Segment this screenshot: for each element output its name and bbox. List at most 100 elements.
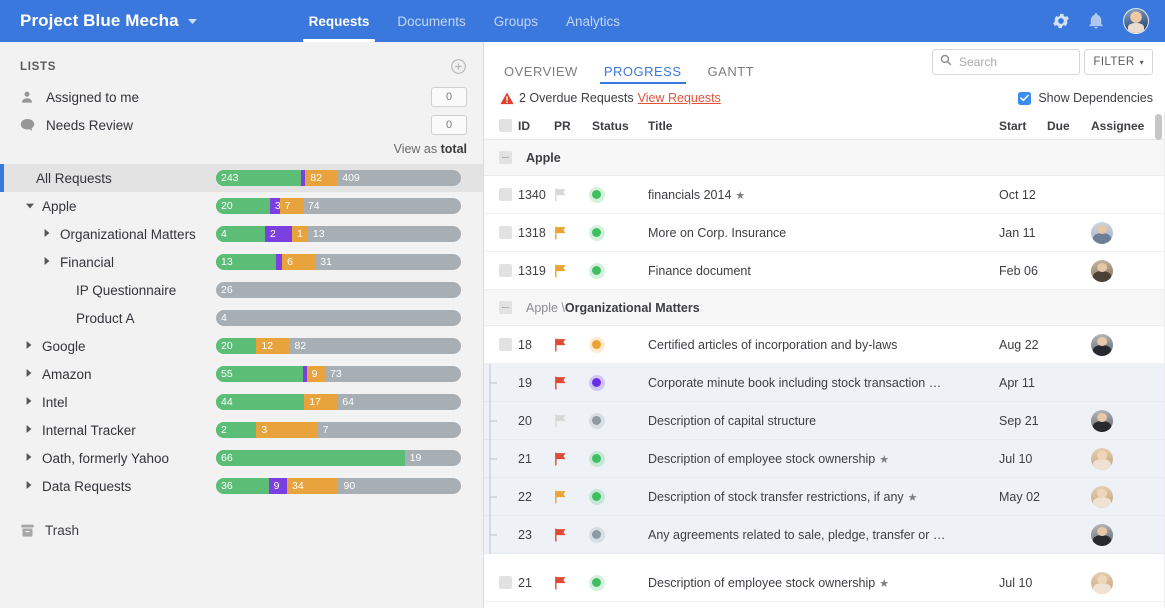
tab-progress[interactable]: PROGRESS — [600, 64, 686, 84]
status-dot[interactable] — [592, 492, 648, 501]
table-row[interactable]: 20Description of capital structureSep 21 — [484, 402, 1165, 440]
scrollbar-thumb[interactable] — [1155, 114, 1162, 140]
column-header-due[interactable]: Due — [1047, 119, 1091, 133]
star-icon[interactable]: ★ — [735, 190, 745, 202]
priority-flag-icon[interactable] — [554, 576, 592, 590]
avatar[interactable] — [1091, 410, 1113, 432]
status-dot[interactable] — [592, 266, 648, 275]
table-row[interactable]: 1318More on Corp. InsuranceJan 11 — [484, 214, 1165, 252]
status-dot[interactable] — [592, 378, 648, 387]
group-select-checkbox[interactable] — [492, 301, 518, 314]
tab-gantt[interactable]: GANTT — [704, 64, 759, 84]
sidebar-tree-item[interactable]: Internal Tracker237 — [0, 416, 483, 444]
vertical-scrollbar[interactable] — [1154, 112, 1163, 608]
row-title[interactable]: Description of employee stock ownership★ — [648, 452, 999, 466]
search-box[interactable] — [932, 49, 1080, 75]
table-row[interactable]: 23Any agreements related to sale, pledge… — [484, 516, 1165, 554]
star-icon[interactable]: ★ — [879, 578, 889, 590]
chevron-right-icon[interactable] — [26, 341, 36, 351]
avatar[interactable] — [1091, 524, 1113, 546]
row-title[interactable]: Any agreements related to sale, pledge, … — [648, 528, 999, 542]
avatar[interactable] — [1091, 486, 1113, 508]
row-select-checkbox[interactable] — [492, 264, 518, 277]
column-header-id[interactable]: ID — [518, 119, 554, 133]
chevron-right-icon[interactable] — [26, 481, 36, 491]
project-title[interactable]: Project Blue Mecha — [0, 0, 197, 42]
avatar[interactable] — [1091, 572, 1113, 594]
bell-icon[interactable] — [1087, 11, 1107, 31]
plus-circle-icon[interactable] — [450, 58, 467, 75]
column-header-assignee[interactable]: Assignee — [1091, 119, 1153, 133]
group-header-row[interactable]: Apple — [484, 140, 1165, 176]
column-header-start[interactable]: Start — [999, 119, 1047, 133]
avatar[interactable] — [1091, 222, 1113, 244]
filter-button[interactable]: FILTER ▾ — [1084, 49, 1153, 75]
row-title[interactable]: Corporate minute book including stock tr… — [648, 376, 999, 390]
sidebar-item-assigned-to-me[interactable]: Assigned to me 0 — [0, 83, 483, 111]
status-dot[interactable] — [592, 454, 648, 463]
group-select-checkbox[interactable] — [492, 151, 518, 164]
column-header-pr[interactable]: PR — [554, 119, 592, 133]
sidebar-item-needs-review[interactable]: Needs Review 0 — [0, 111, 483, 139]
row-title[interactable]: Finance document — [648, 264, 999, 278]
row-title[interactable]: Certified articles of incorporation and … — [648, 338, 999, 352]
priority-flag-icon[interactable] — [554, 414, 592, 428]
gear-icon[interactable] — [1051, 11, 1071, 31]
sidebar-tree-item[interactable]: Financial13631 — [0, 248, 483, 276]
search-input[interactable] — [957, 54, 1072, 70]
sidebar-tree-item[interactable]: IP Questionnaire26 — [0, 276, 483, 304]
show-dependencies-toggle[interactable]: Show Dependencies — [1018, 91, 1153, 105]
chevron-down-icon[interactable] — [26, 202, 36, 211]
row-select-checkbox[interactable] — [492, 226, 518, 239]
sidebar-tree-item[interactable]: All Requests24382409 — [0, 164, 483, 192]
sidebar-tree-item[interactable]: Google201282 — [0, 332, 483, 360]
chevron-right-icon[interactable] — [26, 425, 36, 435]
row-title[interactable]: Description of stock transfer restrictio… — [648, 490, 999, 504]
nav-item-groups[interactable]: Groups — [480, 0, 552, 42]
tab-overview[interactable]: OVERVIEW — [500, 64, 582, 84]
sidebar-tree-item[interactable]: Product A4 — [0, 304, 483, 332]
row-title[interactable]: Description of employee stock ownership★ — [648, 576, 999, 590]
row-title[interactable]: financials 2014★ — [648, 188, 999, 202]
table-row[interactable]: 22Description of stock transfer restrict… — [484, 478, 1165, 516]
sidebar-tree-item[interactable]: Intel441764 — [0, 388, 483, 416]
group-header-row[interactable]: Apple \Organizational Matters — [484, 290, 1165, 326]
sidebar-tree-item[interactable]: Oath, formerly Yahoo6619 — [0, 444, 483, 472]
view-as-toggle[interactable]: View as total — [0, 139, 483, 164]
priority-flag-icon[interactable] — [554, 188, 592, 202]
status-dot[interactable] — [592, 530, 648, 539]
table-row[interactable]: 1319Finance documentFeb 06 — [484, 252, 1165, 290]
table-row[interactable]: 19Corporate minute book including stock … — [484, 364, 1165, 402]
table-row[interactable]: 18Certified articles of incorporation an… — [484, 326, 1165, 364]
priority-flag-icon[interactable] — [554, 226, 592, 240]
column-header-status[interactable]: Status — [592, 119, 648, 133]
table-row[interactable]: 21Description of employee stock ownershi… — [484, 440, 1165, 478]
table-row[interactable]: 21Description of employee stock ownershi… — [484, 564, 1165, 602]
priority-flag-icon[interactable] — [554, 452, 592, 466]
nav-item-documents[interactable]: Documents — [383, 0, 479, 42]
sidebar-item-trash[interactable]: Trash — [0, 516, 483, 544]
status-dot[interactable] — [592, 340, 648, 349]
row-select-checkbox[interactable] — [492, 188, 518, 201]
chevron-right-icon[interactable] — [26, 369, 36, 379]
status-dot[interactable] — [592, 228, 648, 237]
chevron-right-icon[interactable] — [26, 397, 36, 407]
column-header-title[interactable]: Title — [648, 119, 999, 133]
row-title[interactable]: Description of capital structure — [648, 414, 999, 428]
priority-flag-icon[interactable] — [554, 338, 592, 352]
status-dot[interactable] — [592, 416, 648, 425]
row-title[interactable]: More on Corp. Insurance — [648, 226, 999, 240]
priority-flag-icon[interactable] — [554, 490, 592, 504]
row-select-checkbox[interactable] — [492, 338, 518, 351]
avatar[interactable] — [1091, 448, 1113, 470]
star-icon[interactable]: ★ — [879, 454, 889, 466]
row-select-checkbox[interactable] — [492, 576, 518, 589]
nav-item-analytics[interactable]: Analytics — [552, 0, 634, 42]
sidebar-tree-item[interactable]: Apple203774 — [0, 192, 483, 220]
avatar[interactable] — [1091, 334, 1113, 356]
sidebar-tree-item[interactable]: Organizational Matters42113 — [0, 220, 483, 248]
chevron-right-icon[interactable] — [44, 229, 54, 239]
view-requests-link[interactable]: View Requests — [638, 91, 721, 105]
sidebar-tree-item[interactable]: Amazon55973 — [0, 360, 483, 388]
star-icon[interactable]: ★ — [908, 492, 918, 504]
